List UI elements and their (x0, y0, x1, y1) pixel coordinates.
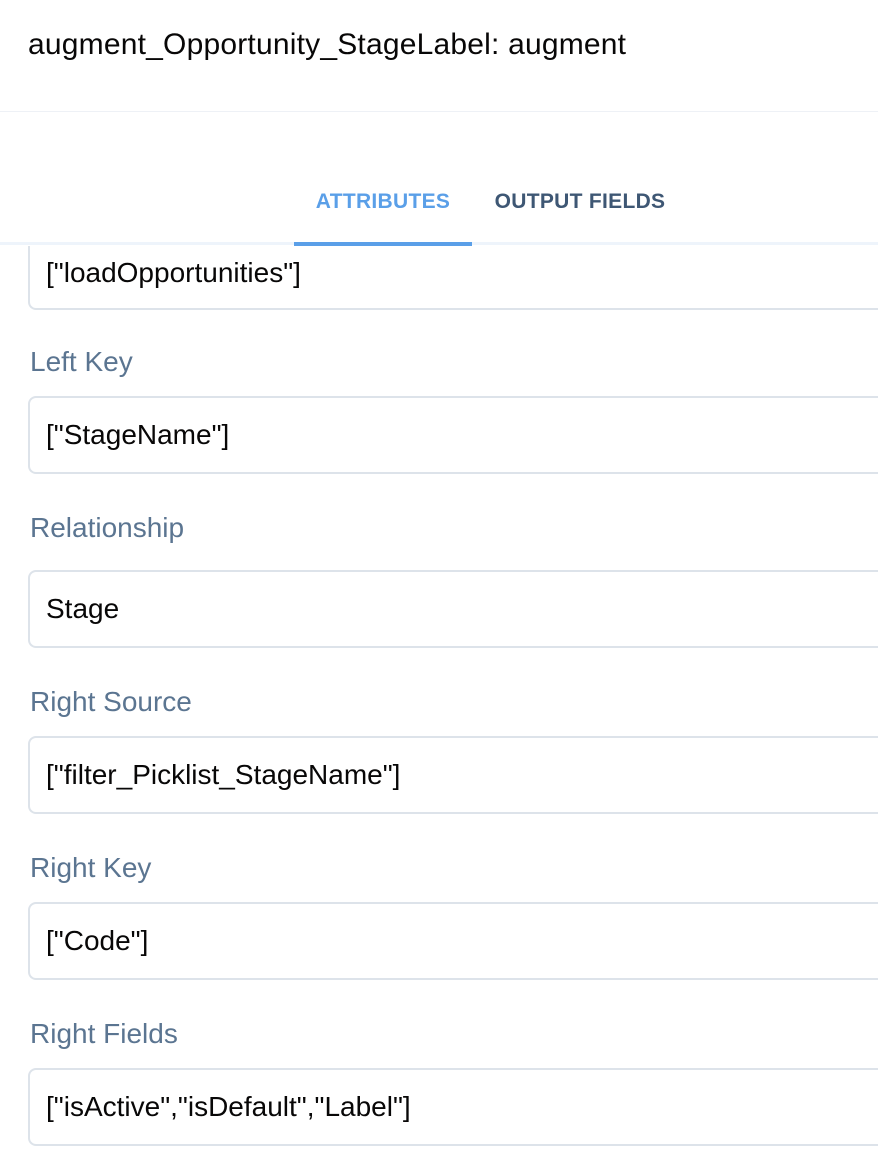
tab-output-fields-label: OUTPUT FIELDS (494, 190, 666, 213)
right-key-value: ["Code"] (46, 925, 149, 956)
attributes-form: ["loadOpportunities"] Left Key ["StageNa… (0, 246, 878, 1166)
right-key-field[interactable]: ["Code"] (28, 902, 878, 980)
left-key-value: ["StageName"] (46, 419, 230, 450)
panel-header: augment_Opportunity_StageLabel: augment (0, 0, 878, 112)
right-source-value: ["filter_Picklist_StageName"] (46, 759, 401, 790)
page-title: augment_Opportunity_StageLabel: augment (28, 28, 627, 61)
left-key-label: Left Key (30, 346, 133, 377)
left-source-field[interactable]: ["loadOpportunities"] (28, 246, 878, 310)
right-source-field[interactable]: ["filter_Picklist_StageName"] (28, 736, 878, 814)
relationship-value: Stage (46, 593, 120, 624)
relationship-field[interactable]: Stage (28, 570, 878, 648)
right-fields-field[interactable]: ["isActive","isDefault","Label"] (28, 1068, 878, 1146)
right-fields-value: ["isActive","isDefault","Label"] (46, 1091, 411, 1122)
tab-bar: ATTRIBUTES OUTPUT FIELDS (0, 170, 878, 246)
tab-attributes[interactable]: ATTRIBUTES (294, 170, 472, 246)
tab-attributes-label: ATTRIBUTES (315, 190, 451, 213)
left-key-field[interactable]: ["StageName"] (28, 396, 878, 474)
right-fields-label: Right Fields (30, 1018, 178, 1049)
right-key-label: Right Key (30, 852, 152, 883)
right-source-label: Right Source (30, 686, 192, 717)
left-source-value: ["loadOpportunities"] (46, 257, 301, 288)
relationship-label: Relationship (30, 512, 185, 543)
tab-output-fields[interactable]: OUTPUT FIELDS (484, 170, 676, 246)
